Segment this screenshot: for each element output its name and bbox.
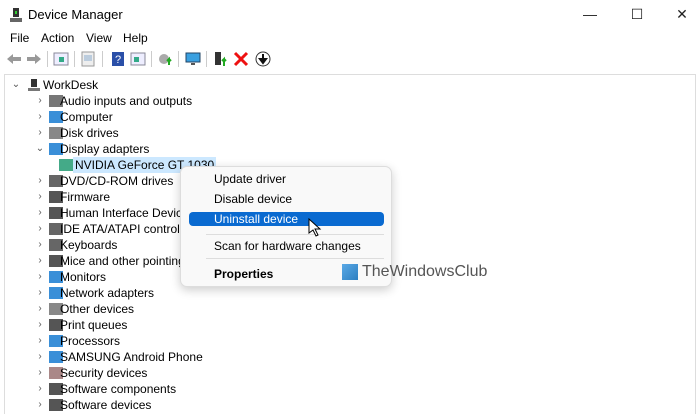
tree-item-label: Processors	[60, 334, 121, 348]
chevron-right-icon[interactable]: ›	[35, 93, 45, 109]
tree-item-label: Display adapters	[60, 142, 150, 156]
mouse-cursor-icon	[308, 218, 322, 237]
tree-item-label: Network adapters	[60, 286, 155, 300]
minimize-button[interactable]: —	[580, 4, 600, 24]
chevron-right-icon[interactable]: ›	[35, 109, 45, 125]
menu-separator	[206, 258, 384, 259]
toolbar: ?	[0, 48, 700, 70]
svg-text:?: ?	[115, 54, 121, 66]
window-title: Device Manager	[28, 7, 123, 22]
chevron-right-icon[interactable]: ›	[35, 381, 45, 397]
tree-item-label: Software components	[60, 382, 177, 396]
tree-item-label: Software devices	[60, 398, 152, 412]
watermark-text: TheWindowsClub	[362, 263, 488, 280]
chevron-right-icon[interactable]: ›	[35, 317, 45, 333]
chevron-right-icon[interactable]: ›	[35, 269, 45, 285]
menu-view[interactable]: View	[86, 31, 112, 45]
enable-device-icon[interactable]	[212, 51, 228, 67]
menu-file[interactable]: File	[10, 31, 29, 45]
tree-item-label: Human Interface Devices	[60, 206, 195, 220]
tree-item-label: Keyboards	[60, 238, 118, 252]
chevron-right-icon[interactable]: ›	[35, 365, 45, 381]
chevron-right-icon[interactable]: ›	[35, 333, 45, 349]
chevron-right-icon[interactable]: ›	[35, 397, 45, 413]
menu-action[interactable]: Action	[41, 31, 74, 45]
uninstall-device-icon[interactable]	[233, 51, 249, 67]
tree-item-label: Other devices	[60, 302, 135, 316]
tree-item-label: Disk drives	[60, 126, 119, 140]
title-bar: Device Manager — ☐ ✕	[0, 0, 700, 30]
chevron-right-icon[interactable]: ›	[35, 349, 45, 365]
disable-device-icon[interactable]	[255, 51, 271, 67]
update-driver-icon[interactable]	[157, 51, 173, 67]
back-icon[interactable]	[6, 51, 22, 67]
tree-item-label: Monitors	[60, 270, 107, 284]
chevron-right-icon[interactable]: ›	[35, 221, 45, 237]
watermark-logo-icon	[342, 264, 358, 280]
chevron-right-icon[interactable]: ›	[35, 125, 45, 141]
display-adapter-icon	[59, 159, 73, 171]
chevron-right-icon[interactable]: ›	[35, 189, 45, 205]
tree-item-label: SAMSUNG Android Phone	[60, 350, 203, 364]
chevron-right-icon[interactable]: ›	[35, 301, 45, 317]
tree-item-label: Security devices	[60, 366, 148, 380]
menu-item-disable-device[interactable]: Disable device	[189, 192, 384, 206]
maximize-button[interactable]: ☐	[627, 4, 647, 24]
chevron-right-icon[interactable]: ›	[35, 237, 45, 253]
scan-hardware-icon[interactable]	[185, 51, 201, 67]
tree-item-label: Audio inputs and outputs	[60, 94, 193, 108]
device-manager-app-icon	[10, 8, 22, 22]
forward-icon[interactable]	[26, 51, 42, 67]
menu-help[interactable]: Help	[123, 31, 148, 45]
properties-icon[interactable]	[80, 51, 96, 67]
menu-item-scan-hardware[interactable]: Scan for hardware changes	[189, 239, 384, 253]
show-hide-console-tree-icon[interactable]	[53, 51, 69, 67]
tree-item-label: Computer	[60, 110, 113, 124]
help-icon[interactable]: ?	[110, 51, 126, 67]
tree-item-label: IDE ATA/ATAPI controllers	[60, 222, 200, 236]
tree-item-label: DVD/CD-ROM drives	[60, 174, 174, 188]
tree-item-label: Firmware	[60, 190, 110, 204]
menu-separator	[206, 234, 384, 235]
chevron-right-icon[interactable]: ›	[35, 173, 45, 189]
chevron-right-icon[interactable]: ›	[35, 285, 45, 301]
chevron-right-icon[interactable]: ›	[35, 205, 45, 221]
computer-icon	[28, 79, 40, 91]
chevron-down-icon[interactable]: ⌄	[35, 141, 45, 157]
action-pane-icon[interactable]	[130, 51, 146, 67]
chevron-down-icon[interactable]: ⌄	[11, 77, 21, 93]
chevron-right-icon[interactable]: ›	[35, 253, 45, 269]
tree-item-label: Print queues	[60, 318, 128, 332]
watermark: TheWindowsClub	[342, 262, 487, 282]
close-button[interactable]: ✕	[672, 4, 692, 24]
tree-root-label: WorkDesk	[43, 78, 99, 92]
menu-item-uninstall-device[interactable]: Uninstall device	[189, 212, 384, 226]
menu-item-update-driver[interactable]: Update driver	[189, 172, 384, 186]
menu-bar: File Action View Help	[0, 29, 700, 47]
